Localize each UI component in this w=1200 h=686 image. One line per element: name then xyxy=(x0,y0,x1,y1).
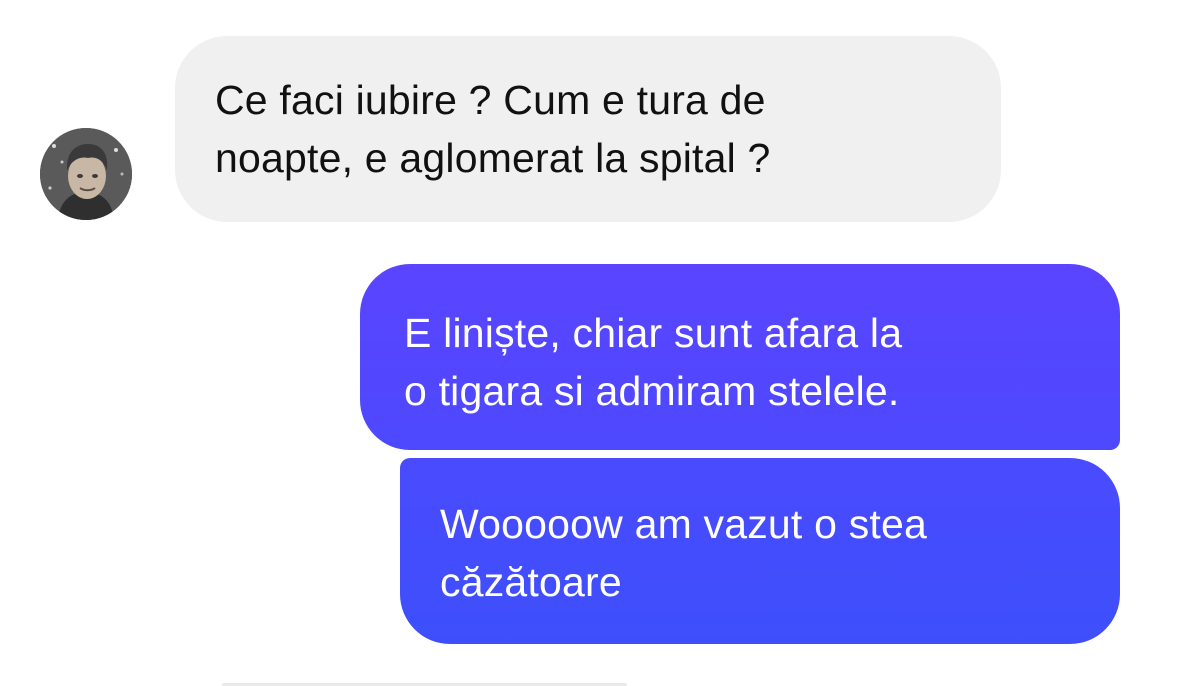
message-text-line: Wooooow am vazut o stea xyxy=(440,501,927,547)
message-text-line: noapte, e aglomerat la spital ? xyxy=(215,135,771,181)
user-avatar-icon xyxy=(40,128,132,220)
outgoing-message-bubble[interactable]: Wooooow am vazut o stea căzătoare xyxy=(400,458,1120,644)
incoming-message-bubble[interactable]: Ce faci iubire ? Cum e tura de noapte, e… xyxy=(175,36,1001,222)
message-text-line: căzătoare xyxy=(440,559,622,605)
message-text-line: o tigara si admiram stelele. xyxy=(404,368,900,414)
contact-avatar[interactable] xyxy=(40,128,132,220)
message-text-line: Ce faci iubire ? Cum e tura de xyxy=(215,77,766,123)
outgoing-message-bubble[interactable]: E liniște, chiar sunt afara la o tigara … xyxy=(360,264,1120,450)
message-text-line: E liniște, chiar sunt afara la xyxy=(404,310,903,356)
